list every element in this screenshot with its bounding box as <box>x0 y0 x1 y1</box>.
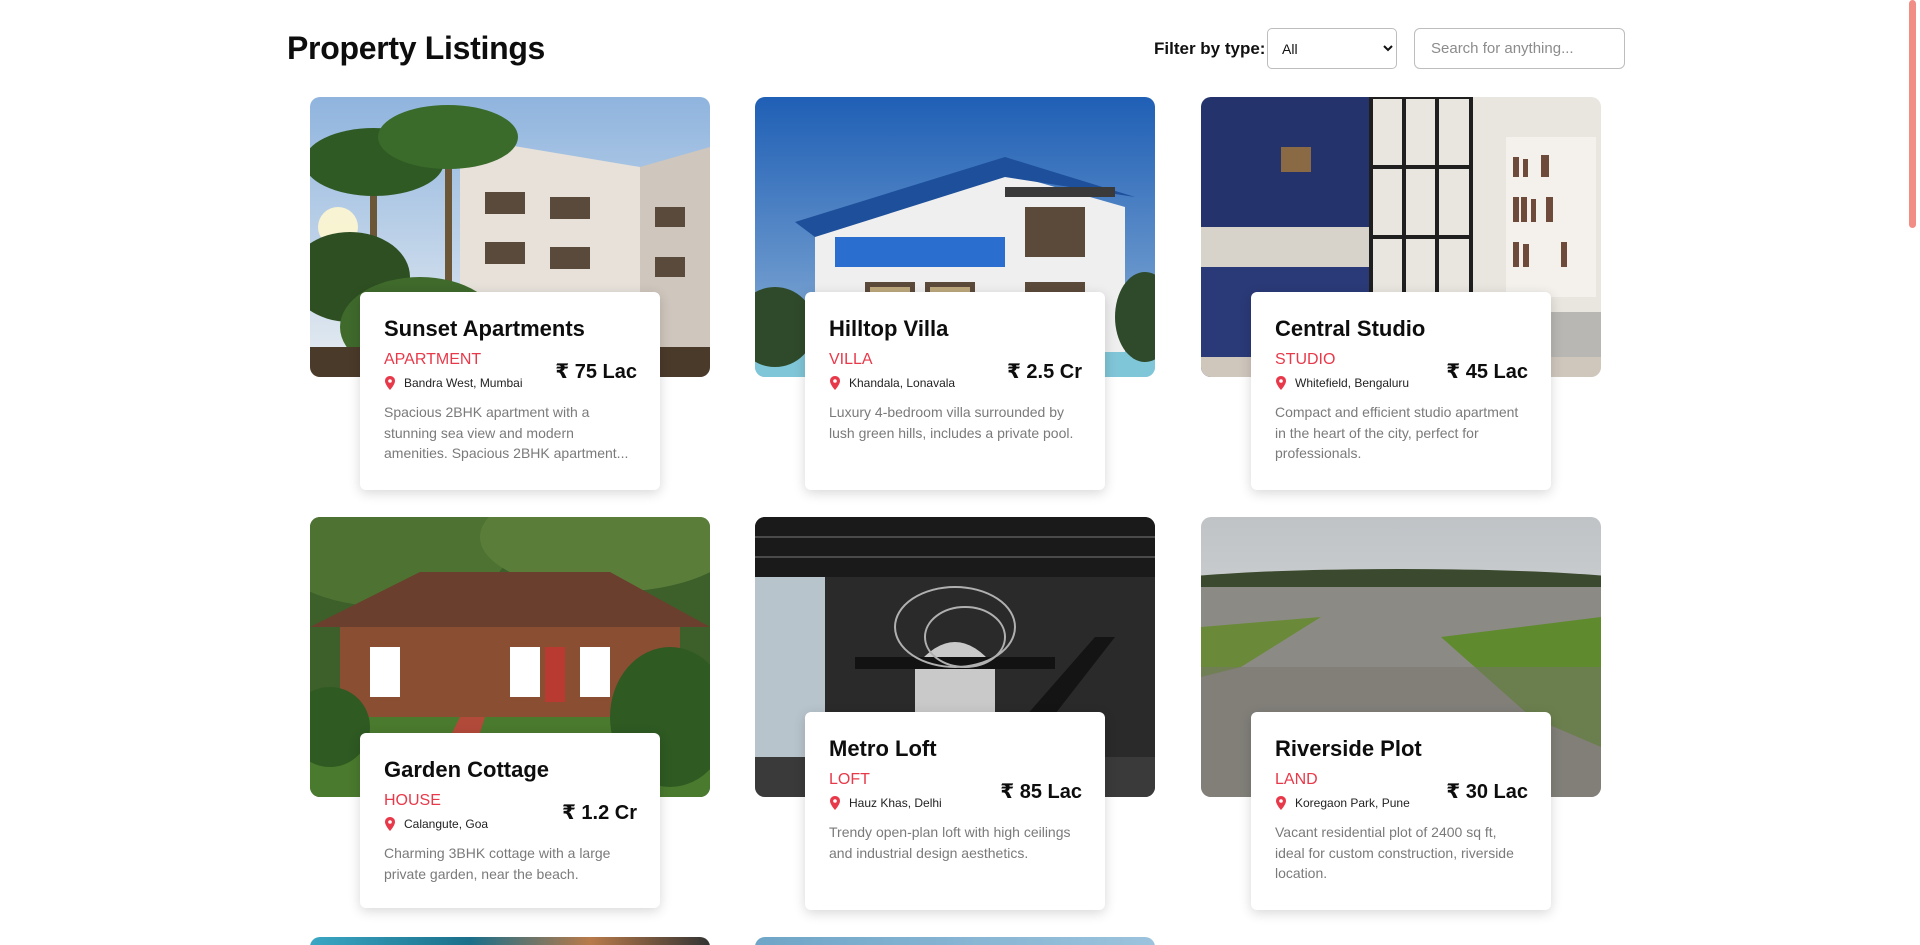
listing-description: Trendy open-plan loft with high ceilings… <box>829 824 1071 861</box>
listing-card[interactable]: Riverside Plot LAND Koregaon Park, Pune … <box>1201 517 1601 937</box>
page-title: Property Listings <box>287 30 546 66</box>
listing-location: Whitefield, Bengaluru <box>1275 376 1409 390</box>
listing-location: Koregaon Park, Pune <box>1275 796 1410 810</box>
listing-name: Sunset Apartments <box>384 316 585 341</box>
listing-location-text: Bandra West, Mumbai <box>404 376 523 390</box>
listing-meta: LAND Koregaon Park, Pune ₹ 30 Lac <box>1275 771 1528 815</box>
location-pin-icon <box>1276 376 1286 390</box>
listing-name: Garden Cottage <box>384 757 550 782</box>
listing-type: LOFT <box>829 771 870 788</box>
type-filter-select[interactable]: All <box>1267 28 1397 69</box>
listing-card[interactable]: Hilltop Villa VILLA Khandala, Lonavala ₹… <box>755 97 1155 517</box>
listing-description: Compact and efficient studio apartment i… <box>1275 404 1519 461</box>
listing-meta: APARTMENT Bandra West, Mumbai ₹ 75 Lac <box>384 351 637 395</box>
listing-price: ₹ 85 Lac <box>1000 781 1082 803</box>
filter-label: Filter by type: <box>1154 39 1266 58</box>
location-pin-icon <box>385 817 395 831</box>
listing-type: LAND <box>1275 771 1318 788</box>
listing-location: Hauz Khas, Delhi <box>829 796 942 810</box>
page-header: Property Listings Filter by type: All <box>287 26 1625 76</box>
location-pin-icon <box>1276 796 1286 810</box>
listing-location: Calangute, Goa <box>384 817 488 831</box>
listing-card-partial[interactable] <box>755 937 1155 945</box>
listing-price: ₹ 1.2 Cr <box>561 802 637 824</box>
listing-meta: STUDIO Whitefield, Bengaluru ₹ 45 Lac <box>1275 351 1528 395</box>
listing-price: ₹ 75 Lac <box>555 361 637 383</box>
location-pin-icon <box>385 376 395 390</box>
listing-location-text: Koregaon Park, Pune <box>1295 796 1410 810</box>
listing-location-text: Hauz Khas, Delhi <box>849 796 942 810</box>
listing-details: Riverside Plot LAND Koregaon Park, Pune … <box>1251 712 1551 910</box>
listing-name: Hilltop Villa <box>829 316 949 341</box>
listing-details: Metro Loft LOFT Hauz Khas, Delhi ₹ 85 La… <box>805 712 1105 910</box>
listing-card-partial[interactable] <box>310 937 710 945</box>
listing-description: Spacious 2BHK apartment with a stunning … <box>384 404 629 461</box>
listing-location-text: Calangute, Goa <box>404 817 489 831</box>
listing-card[interactable]: Central Studio STUDIO Whitefield, Bengal… <box>1201 97 1601 517</box>
listing-description: Luxury 4-bedroom villa surrounded by lus… <box>829 404 1074 441</box>
listing-type: VILLA <box>829 351 873 368</box>
search-input[interactable] <box>1414 28 1625 69</box>
listing-description: Charming 3BHK cottage with a large priva… <box>384 845 611 882</box>
listing-type: APARTMENT <box>384 351 482 368</box>
listing-location-text: Whitefield, Bengaluru <box>1295 376 1410 390</box>
listing-name: Riverside Plot <box>1275 736 1422 761</box>
listings-page: Property Listings Filter by type: All Se… <box>0 0 1905 945</box>
listing-card[interactable]: Garden Cottage HOUSE Calangute, Goa ₹ 1.… <box>310 517 710 937</box>
listing-details: Central Studio STUDIO Whitefield, Bengal… <box>1251 292 1551 490</box>
listing-location: Bandra West, Mumbai <box>384 376 523 390</box>
location-pin-icon <box>830 796 840 810</box>
location-pin-icon <box>830 376 840 390</box>
listing-name: Central Studio <box>1275 316 1426 341</box>
listing-meta: LOFT Hauz Khas, Delhi ₹ 85 Lac <box>829 771 1082 815</box>
listing-details: Garden Cottage HOUSE Calangute, Goa ₹ 1.… <box>360 733 660 908</box>
listing-location: Khandala, Lonavala <box>829 376 955 390</box>
listing-details: Hilltop Villa VILLA Khandala, Lonavala ₹… <box>805 292 1105 490</box>
listing-card[interactable]: Sunset Apartments APARTMENT Bandra West,… <box>310 97 710 517</box>
listing-type: HOUSE <box>384 792 441 809</box>
listing-name: Metro Loft <box>829 736 937 761</box>
listing-details: Sunset Apartments APARTMENT Bandra West,… <box>360 292 660 490</box>
listing-card[interactable]: Metro Loft LOFT Hauz Khas, Delhi ₹ 85 La… <box>755 517 1155 937</box>
listing-description: Vacant residential plot of 2400 sq ft, i… <box>1275 824 1514 881</box>
listing-price: ₹ 45 Lac <box>1446 361 1528 383</box>
listing-price: ₹ 2.5 Cr <box>1006 361 1082 383</box>
scrollbar-thumb[interactable] <box>1909 0 1916 228</box>
listing-price: ₹ 30 Lac <box>1446 781 1528 803</box>
listing-location-text: Khandala, Lonavala <box>849 376 956 390</box>
listing-type: STUDIO <box>1275 351 1336 368</box>
listing-meta: HOUSE Calangute, Goa ₹ 1.2 Cr <box>384 792 637 836</box>
page-scrollbar[interactable] <box>1905 0 1920 945</box>
listing-meta: VILLA Khandala, Lonavala ₹ 2.5 Cr <box>829 351 1082 395</box>
